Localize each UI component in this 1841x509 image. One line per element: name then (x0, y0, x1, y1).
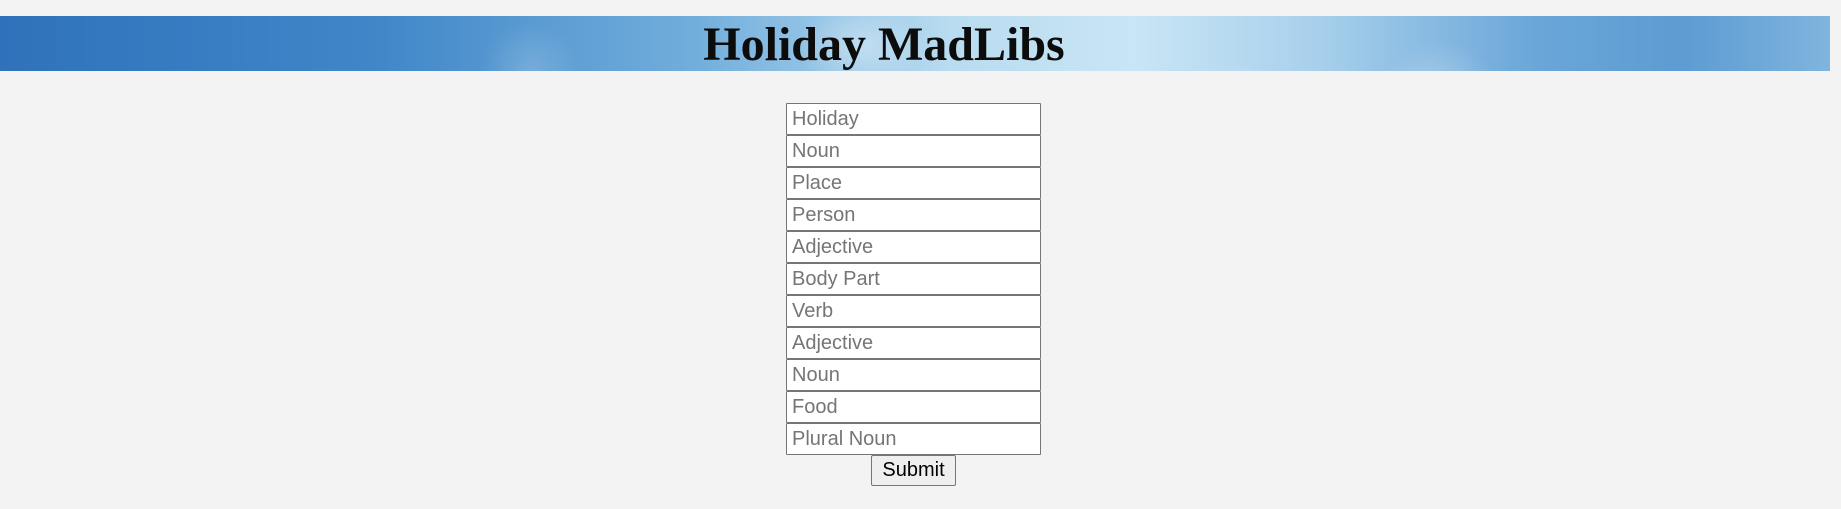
food-input[interactable] (786, 391, 1041, 423)
page-title: Holiday MadLibs (703, 18, 1065, 71)
second-adjective-input[interactable] (786, 327, 1041, 359)
submit-button[interactable]: Submit (871, 455, 956, 486)
noun-input[interactable] (786, 135, 1041, 167)
person-input[interactable] (786, 199, 1041, 231)
second-noun-input[interactable] (786, 359, 1041, 391)
submit-row: Submit (786, 455, 1041, 486)
verb-input[interactable] (786, 295, 1041, 327)
plural-noun-input[interactable] (786, 423, 1041, 455)
madlibs-form: Submit (786, 103, 1041, 486)
place-input[interactable] (786, 167, 1041, 199)
holiday-input[interactable] (786, 103, 1041, 135)
body-part-input[interactable] (786, 263, 1041, 295)
header-banner: Holiday MadLibs (0, 16, 1830, 71)
adjective-input[interactable] (786, 231, 1041, 263)
